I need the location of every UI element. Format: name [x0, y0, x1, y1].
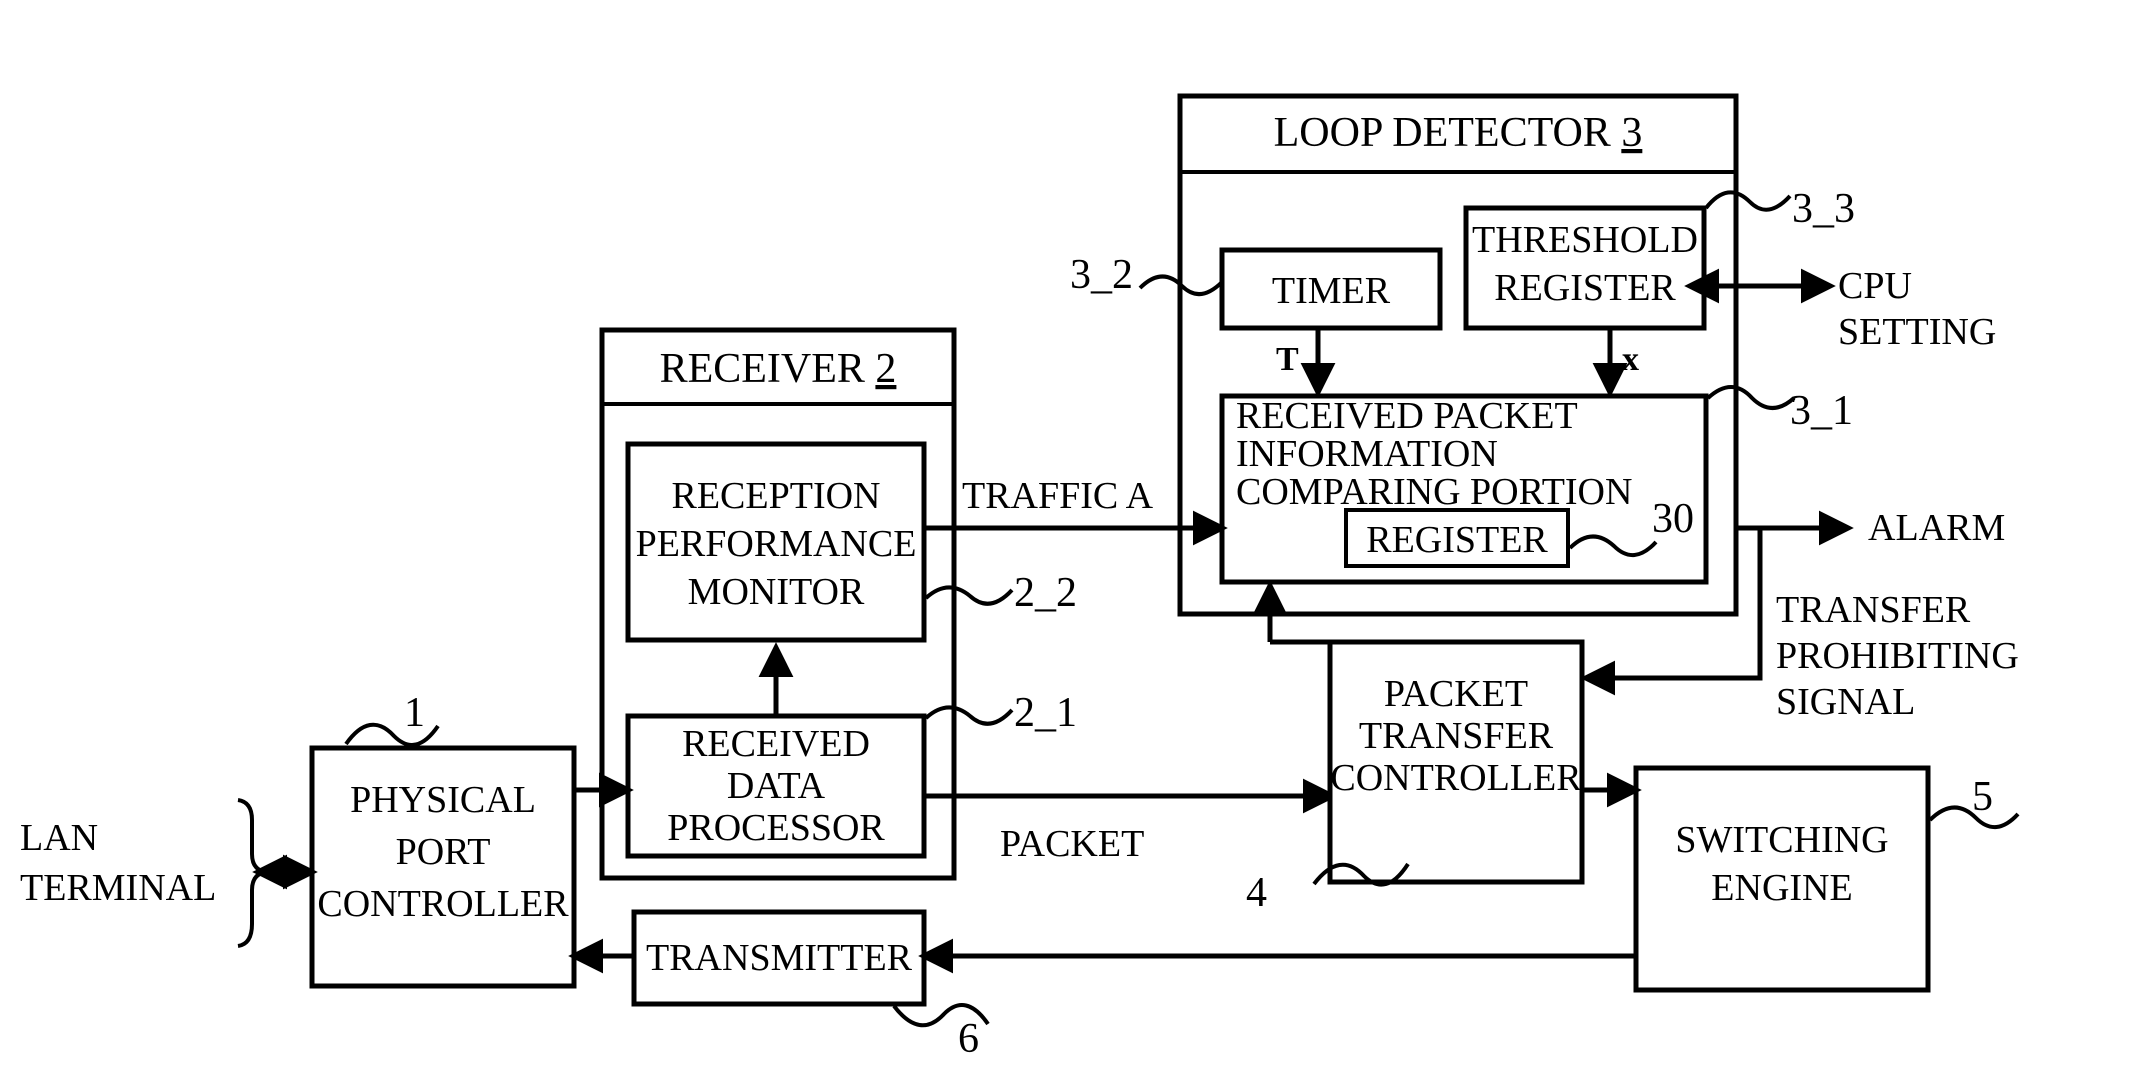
ppc-label-line-3: CONTROLLER [317, 883, 569, 925]
figure-canvas: LOOP DETECTOR 3 TIMER 3_2 T THRESHOLD RE… [0, 0, 2144, 1079]
threshold-register-label-line-1: THRESHOLD [1472, 219, 1698, 261]
ptc-label-line-3: CONTROLLER [1330, 757, 1582, 799]
comparing-portion-label-line-2: INFORMATION [1236, 433, 1498, 475]
ptc-label-line-2: TRANSFER [1359, 715, 1554, 757]
threshold-output-var: x [1622, 341, 1639, 378]
threshold-register-ref-label: 3_3 [1792, 186, 1855, 232]
rpm-label-line-2: PERFORMANCE [636, 523, 917, 565]
rpm-label-line-3: MONITOR [688, 571, 865, 613]
transmitter-ref-label: 6 [958, 1016, 979, 1062]
packet-label: PACKET [1000, 823, 1144, 865]
ptc-ref-label: 4 [1246, 870, 1267, 916]
ppc-ref-label: 1 [404, 690, 425, 736]
cpu-setting-label-line-1: CPU [1838, 265, 1912, 307]
register-ref-label: 30 [1652, 496, 1694, 542]
timer-label: TIMER [1272, 270, 1391, 312]
transmitter-label: TRANSMITTER [646, 937, 913, 979]
timer-ref-label: 3_2 [1070, 252, 1133, 298]
ppc-label-line-2: PORT [396, 831, 491, 873]
switching-engine-label-line-1: SWITCHING [1675, 819, 1888, 861]
ppc-label-line-1: PHYSICAL [350, 779, 536, 821]
transfer-prohibiting-label-line-1: TRANSFER [1776, 589, 1971, 631]
receiver-title: RECEIVER 2 [660, 346, 897, 392]
comparing-portion-ref-label: 3_1 [1790, 388, 1853, 434]
timer-output-var: T [1276, 341, 1299, 378]
rdp-label-line-1: RECEIVED [682, 723, 870, 765]
lan-terminal-label-line-1: LAN [20, 817, 98, 859]
block-diagram-svg: LOOP DETECTOR 3 TIMER 3_2 T THRESHOLD RE… [20, 93, 2020, 1062]
ptc-label-line-1: PACKET [1384, 673, 1528, 715]
traffic-a-label: TRAFFIC A [962, 475, 1154, 517]
comparing-portion-label-line-1: RECEIVED PACKET [1236, 395, 1578, 437]
rpm-label-line-1: RECEPTION [672, 475, 881, 517]
cpu-setting-label-line-2: SETTING [1838, 311, 1996, 353]
alarm-label: ALARM [1868, 507, 2005, 549]
rdp-ref-label: 2_1 [1014, 690, 1077, 736]
rpm-ref-label: 2_2 [1014, 570, 1077, 616]
switching-engine-label-line-2: ENGINE [1711, 867, 1852, 909]
lan-terminal-label-line-2: TERMINAL [20, 867, 216, 909]
comparing-portion-label-line-3: COMPARING PORTION [1236, 471, 1632, 513]
transfer-prohibiting-label-line-3: SIGNAL [1776, 681, 1915, 723]
loop-detector-title: LOOP DETECTOR 3 [1274, 110, 1643, 156]
rdp-label-line-3: PROCESSOR [667, 807, 885, 849]
switching-engine-ref-label: 5 [1972, 774, 1993, 820]
transfer-prohibiting-label-line-2: PROHIBITING [1776, 635, 2019, 677]
threshold-register-label-line-2: REGISTER [1494, 267, 1676, 309]
rdp-label-line-2: DATA [727, 765, 826, 807]
register-label: REGISTER [1366, 519, 1548, 561]
